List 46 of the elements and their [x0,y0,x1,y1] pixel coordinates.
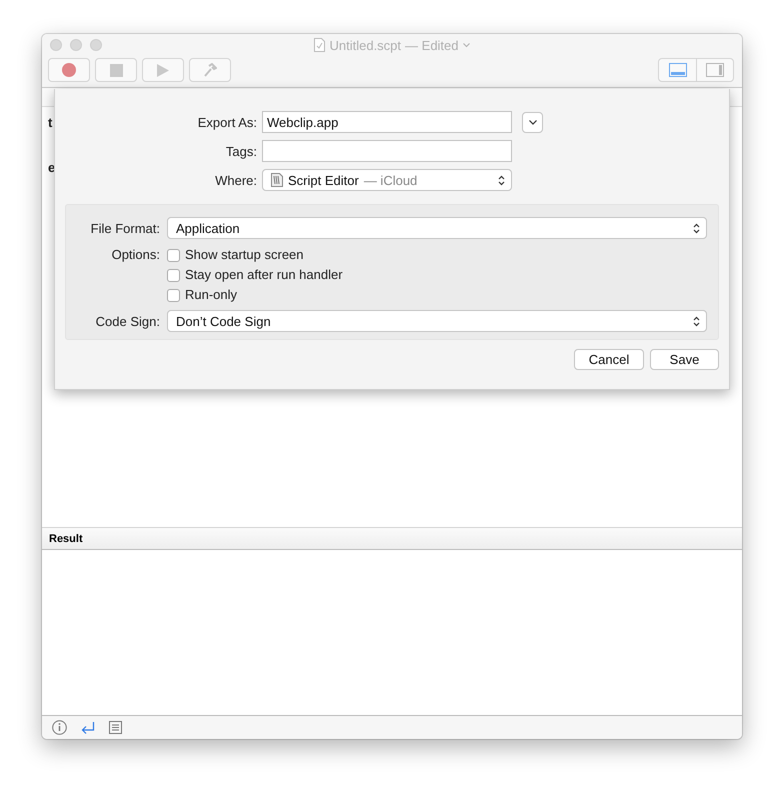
field-label: Where: [214,172,258,188]
field-label: Tags: [224,144,258,158]
script-file-icon [271,173,283,187]
field-label: Options: [110,247,161,264]
script-file-icon [314,38,326,52]
field-label: Code Sign: [94,314,161,328]
result-header: Result [42,527,742,550]
window-title: Untitled.scpt [329,38,402,52]
record-icon [62,63,76,77]
side-panel-icon [706,63,724,77]
checkbox-label[interactable]: Show startup screen [185,247,304,263]
close-button[interactable] [50,39,62,51]
compile-button[interactable] [189,58,231,82]
cancel-button[interactable]: Cancel [574,349,644,370]
stepper-arrows-icon [693,316,700,326]
chevron-down-icon [528,120,536,124]
expand-button[interactable] [522,112,543,132]
chevron-down-icon[interactable] [462,42,470,48]
checkbox[interactable] [167,248,180,262]
hammer-icon [203,63,217,77]
minimize-button[interactable] [70,39,82,51]
info-icon[interactable] [52,720,67,735]
stepper-arrows-icon [693,222,700,234]
zoom-button[interactable] [90,39,102,51]
stop-button[interactable] [95,58,137,82]
export-as-field[interactable]: Webclip.app [262,111,512,133]
tags-field[interactable] [262,140,512,162]
code-sign-popup[interactable]: Don’t Code Sign [167,310,707,332]
bottom-panel-icon [668,63,686,77]
save-button[interactable]: Save [650,349,719,370]
stop-icon [110,64,122,76]
play-icon [157,64,169,76]
return-icon[interactable] [81,721,95,734]
list-icon[interactable] [109,721,122,734]
checkbox-label[interactable]: Run-only [185,287,238,303]
checkbox-label[interactable]: Stay open after run handler [185,267,343,283]
stepper-arrows-icon [498,174,505,186]
checkbox[interactable] [167,288,180,302]
file-format-popup[interactable]: Application [167,217,707,239]
checkbox[interactable] [167,268,180,282]
record-button[interactable] [48,58,90,82]
field-label: Export As: [196,114,258,130]
field-label: File Format: [90,220,161,236]
code-line: t [48,115,52,130]
where-popup[interactable]: Script Editor — iCloud [262,169,512,191]
run-button[interactable] [142,58,184,82]
